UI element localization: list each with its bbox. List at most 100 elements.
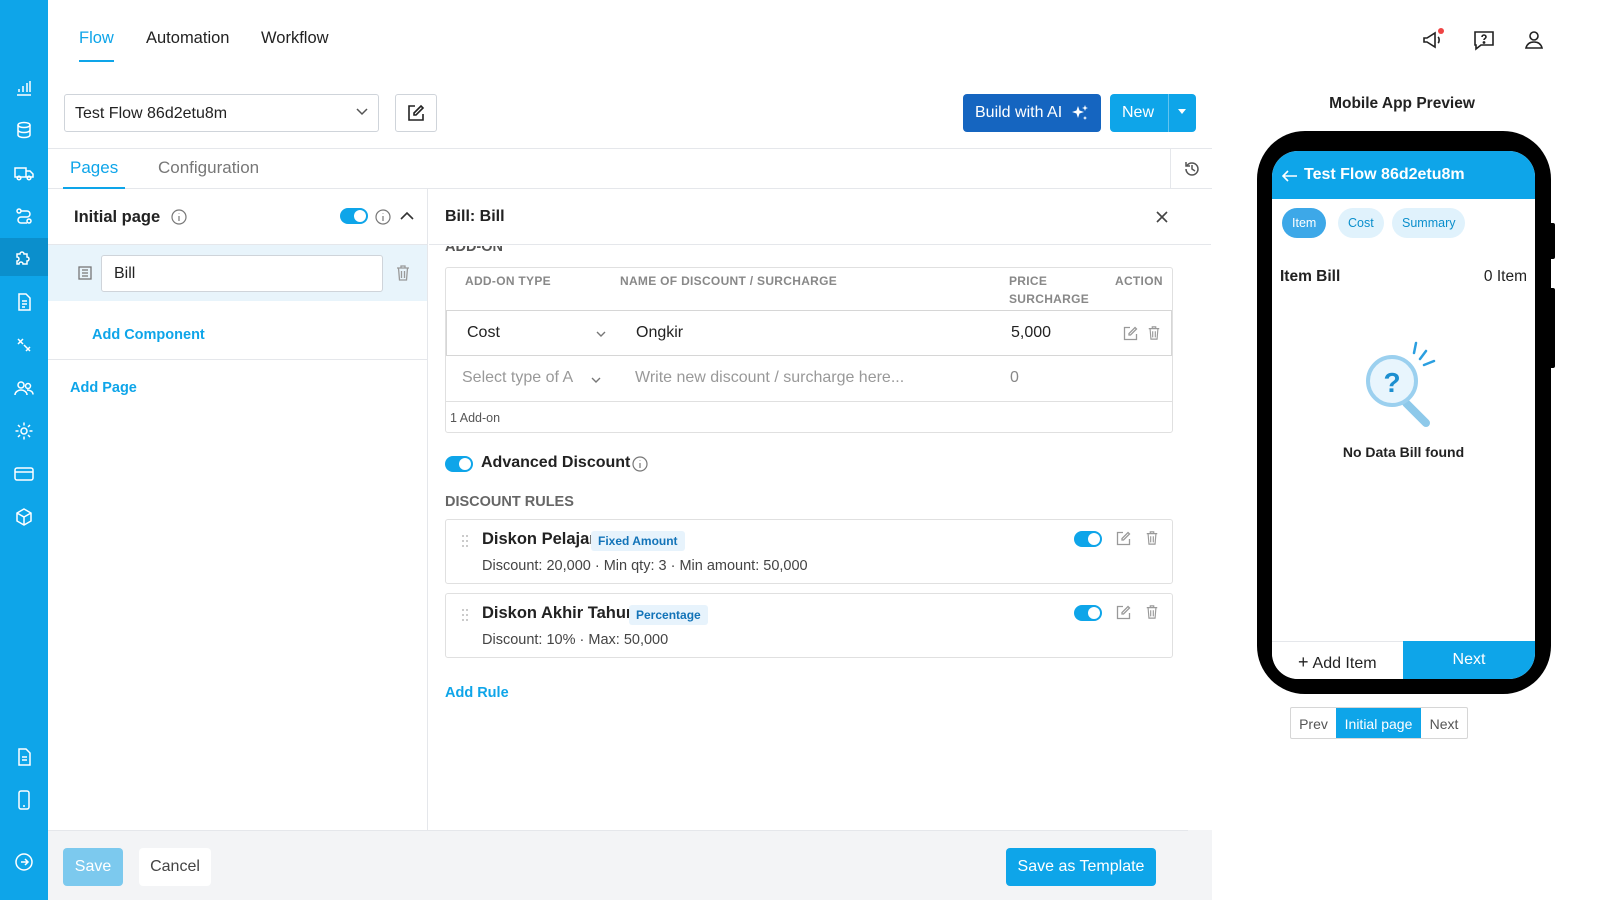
- trash-icon[interactable]: [1147, 325, 1161, 341]
- phone-icon[interactable]: [12, 788, 36, 812]
- initial-page-header[interactable]: Initial page: [48, 189, 427, 245]
- tab-workflow[interactable]: Workflow: [261, 0, 329, 62]
- info-icon[interactable]: [632, 456, 648, 472]
- trash-icon[interactable]: [395, 264, 411, 282]
- new-addon-name-input[interactable]: Write new discount / surcharge here...: [635, 369, 904, 387]
- gear-icon[interactable]: [12, 419, 36, 443]
- info-icon[interactable]: [375, 209, 391, 225]
- item-bill-label: Item Bill: [1280, 268, 1341, 285]
- chart-icon[interactable]: [12, 76, 36, 100]
- add-page-link[interactable]: Add Page: [70, 380, 137, 396]
- rule-description: Discount: 10% · Max: 50,000: [482, 632, 669, 648]
- preview-title: Mobile App Preview: [1329, 95, 1475, 112]
- trash-icon[interactable]: [1145, 530, 1159, 546]
- users-icon[interactable]: [12, 376, 36, 400]
- add-component-link[interactable]: Add Component: [92, 327, 205, 343]
- rule-enabled-toggle[interactable]: [1074, 531, 1102, 547]
- page-enabled-toggle[interactable]: [340, 208, 368, 224]
- bill-detail-header: Bill: Bill: [429, 189, 1211, 245]
- save-as-template-button[interactable]: Save as Template: [1006, 848, 1156, 886]
- pager-prev[interactable]: Prev: [1291, 708, 1336, 738]
- document-icon[interactable]: [12, 290, 36, 314]
- add-item-label: Add Item: [1312, 655, 1377, 672]
- edit-icon[interactable]: [1123, 326, 1138, 341]
- box-icon[interactable]: [12, 505, 36, 529]
- logout-icon[interactable]: [12, 850, 36, 874]
- addon-name-cell[interactable]: Ongkir: [636, 324, 683, 342]
- addon-type-cell[interactable]: Cost: [467, 324, 500, 342]
- drag-handle-icon[interactable]: [461, 534, 469, 548]
- discount-rules-label: DISCOUNT RULES: [445, 494, 574, 510]
- chip-item[interactable]: Item: [1282, 208, 1327, 238]
- card-icon[interactable]: [12, 462, 36, 486]
- puzzle-icon[interactable]: [0, 238, 48, 276]
- table-row[interactable]: Cost Ongkir 5,000: [446, 310, 1172, 356]
- pager-next[interactable]: Next: [1421, 708, 1467, 738]
- chevron-up-icon[interactable]: [400, 211, 414, 221]
- new-divider: [1168, 94, 1169, 132]
- plus-icon: +: [1298, 652, 1309, 672]
- chevron-down-icon[interactable]: [596, 331, 606, 338]
- col-header-price: PRICE: [1009, 274, 1048, 288]
- tab-configuration[interactable]: Configuration: [158, 149, 259, 189]
- page-pager: Prev Initial page Next: [1290, 707, 1468, 739]
- addon-type-select[interactable]: Select type of A: [462, 369, 578, 387]
- list-item[interactable]: Diskon Akhir Tahun Percentage Discount: …: [445, 593, 1173, 658]
- advanced-discount-toggle[interactable]: [445, 456, 473, 472]
- addon-price-cell[interactable]: 5,000: [1011, 324, 1051, 342]
- add-item-button[interactable]: + Add Item: [1272, 641, 1403, 679]
- route-icon[interactable]: [12, 204, 36, 228]
- screen-title: Test Flow 86d2etu8m: [1304, 166, 1465, 183]
- advanced-discount-label: Advanced Discount: [481, 454, 631, 471]
- rule-name: Diskon Pelajar: [482, 530, 596, 548]
- component-name-input[interactable]: Bill: [101, 255, 383, 292]
- list-item[interactable]: Diskon Pelajar Fixed Amount Discount: 20…: [445, 519, 1173, 584]
- addon-section-clip: ADD-ON: [429, 246, 1211, 255]
- item-count: 0 Item: [1483, 268, 1527, 285]
- chevron-down-icon[interactable]: [591, 377, 601, 384]
- tab-flow[interactable]: Flow: [79, 0, 114, 62]
- edit-flow-button[interactable]: [395, 94, 437, 132]
- close-icon[interactable]: [1156, 211, 1168, 223]
- back-arrow-icon[interactable]: [1282, 170, 1298, 182]
- next-button[interactable]: Next: [1403, 641, 1535, 679]
- add-rule-link[interactable]: Add Rule: [445, 685, 509, 701]
- megaphone-icon[interactable]: [1421, 28, 1445, 52]
- mobile-preview-panel: Mobile App Preview Test Flow 86d2etu8m I…: [1212, 78, 1600, 900]
- user-icon[interactable]: [1522, 28, 1546, 52]
- rule-enabled-toggle[interactable]: [1074, 605, 1102, 621]
- chip-cost[interactable]: Cost: [1338, 208, 1384, 238]
- save-button[interactable]: Save: [63, 848, 123, 886]
- new-button[interactable]: New: [1110, 94, 1196, 132]
- database-icon[interactable]: [12, 118, 36, 142]
- build-ai-label: Build with AI: [975, 104, 1063, 121]
- col-header-type: ADD-ON TYPE: [465, 274, 551, 288]
- new-label: New: [1122, 104, 1155, 121]
- trash-icon[interactable]: [1145, 604, 1159, 620]
- info-icon[interactable]: [171, 209, 187, 225]
- bill-detail-panel: Bill: Bill ADD-ON ADD-ON TYPE NAME OF DI…: [429, 189, 1211, 830]
- caret-down-icon[interactable]: [1178, 109, 1186, 114]
- flow-select[interactable]: Test Flow 86d2etu8m: [64, 94, 379, 132]
- build-with-ai-button[interactable]: Build with AI: [963, 94, 1101, 132]
- drag-handle-icon[interactable]: [461, 608, 469, 622]
- screen-header: Test Flow 86d2etu8m: [1272, 151, 1535, 199]
- edit-icon[interactable]: [1116, 531, 1131, 546]
- report-icon[interactable]: [12, 745, 36, 769]
- pager-current[interactable]: Initial page: [1336, 708, 1421, 738]
- chip-summary[interactable]: Summary: [1392, 208, 1466, 238]
- edit-icon: [408, 104, 425, 121]
- cancel-button[interactable]: Cancel: [139, 848, 211, 886]
- tab-automation[interactable]: Automation: [146, 0, 229, 62]
- new-addon-row: Select type of A Write new discount / su…: [446, 356, 1172, 402]
- history-button[interactable]: [1170, 149, 1212, 189]
- tab-pages[interactable]: Pages: [63, 149, 126, 189]
- new-addon-price-input[interactable]: 0: [1010, 369, 1019, 387]
- editor-footer: Save Cancel Save as Template: [48, 830, 1188, 900]
- edit-icon[interactable]: [1116, 605, 1131, 620]
- truck-icon[interactable]: [12, 161, 36, 185]
- component-row[interactable]: Bill: [48, 245, 427, 301]
- help-chat-icon[interactable]: [1472, 28, 1496, 52]
- tools-icon[interactable]: [12, 333, 36, 357]
- history-icon: [1184, 162, 1199, 176]
